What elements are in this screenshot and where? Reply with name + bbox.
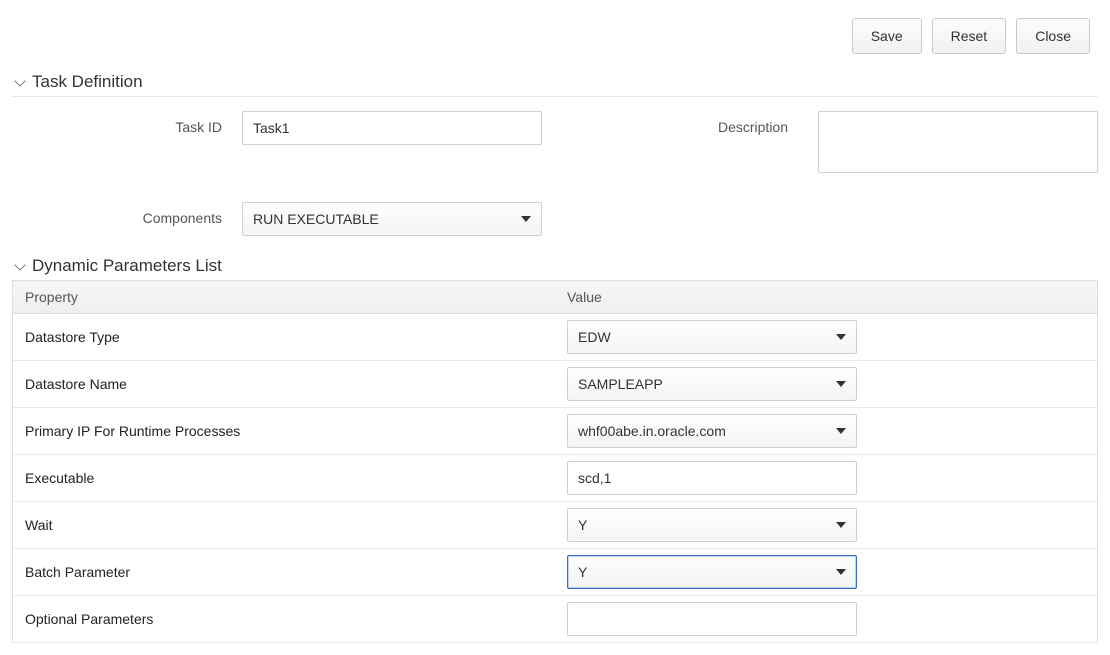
- param-value-cell: [555, 455, 1098, 502]
- param-text-input[interactable]: [567, 461, 857, 495]
- param-value-cell: whf00abe.in.oracle.com: [555, 408, 1098, 455]
- components-label: Components: [22, 202, 222, 226]
- param-select-value: EDW: [567, 320, 857, 354]
- task-id-label: Task ID: [22, 111, 222, 135]
- param-property: Datastore Name: [13, 361, 556, 408]
- param-select-value: Y: [567, 555, 857, 589]
- param-select-value: SAMPLEAPP: [567, 367, 857, 401]
- table-row: Executable: [13, 455, 1098, 502]
- param-select[interactable]: Y: [567, 508, 857, 542]
- param-value-cell: Y: [555, 549, 1098, 596]
- table-row: Datastore Type EDW: [13, 314, 1098, 361]
- param-property: Executable: [13, 455, 556, 502]
- param-select[interactable]: Y: [567, 555, 857, 589]
- table-row: Primary IP For Runtime Processes whf00abe…: [13, 408, 1098, 455]
- param-property: Optional Parameters: [13, 596, 556, 643]
- description-label: Description: [562, 111, 798, 135]
- param-select[interactable]: SAMPLEAPP: [567, 367, 857, 401]
- table-row: Datastore Name SAMPLEAPP: [13, 361, 1098, 408]
- table-row: Batch Parameter Y: [13, 549, 1098, 596]
- save-button[interactable]: Save: [852, 18, 922, 54]
- params-table: Property Value Datastore TypeEDWDatastor…: [12, 280, 1098, 643]
- task-id-input[interactable]: [242, 111, 542, 145]
- close-button[interactable]: Close: [1016, 18, 1090, 54]
- task-definition-title: Task Definition: [32, 72, 143, 92]
- col-property: Property: [13, 281, 556, 314]
- dynamic-params-header[interactable]: Dynamic Parameters List: [12, 252, 1098, 280]
- param-property: Wait: [13, 502, 556, 549]
- components-select[interactable]: RUN EXECUTABLE: [242, 202, 542, 236]
- param-property: Primary IP For Runtime Processes: [13, 408, 556, 455]
- chevron-down-icon: [14, 259, 25, 270]
- param-select[interactable]: EDW: [567, 320, 857, 354]
- dynamic-params-title: Dynamic Parameters List: [32, 256, 222, 276]
- param-value-cell: SAMPLEAPP: [555, 361, 1098, 408]
- table-row: Optional Parameters: [13, 596, 1098, 643]
- param-property: Datastore Type: [13, 314, 556, 361]
- param-value-cell: EDW: [555, 314, 1098, 361]
- param-select-value: whf00abe.in.oracle.com: [567, 414, 857, 448]
- components-select-value: RUN EXECUTABLE: [242, 202, 542, 236]
- col-value: Value: [555, 281, 1098, 314]
- reset-button[interactable]: Reset: [932, 18, 1007, 54]
- param-select-value: Y: [567, 508, 857, 542]
- chevron-down-icon: [14, 75, 25, 86]
- param-select[interactable]: whf00abe.in.oracle.com: [567, 414, 857, 448]
- task-definition-header[interactable]: Task Definition: [12, 68, 1098, 97]
- param-property: Batch Parameter: [13, 549, 556, 596]
- param-value-cell: [555, 596, 1098, 643]
- table-row: Wait Y: [13, 502, 1098, 549]
- param-text-input[interactable]: [567, 602, 857, 636]
- description-input[interactable]: [818, 111, 1098, 173]
- toolbar: Save Reset Close: [12, 12, 1098, 68]
- param-value-cell: Y: [555, 502, 1098, 549]
- task-definition-body: Task ID Description Components RUN EXECU…: [12, 97, 1098, 244]
